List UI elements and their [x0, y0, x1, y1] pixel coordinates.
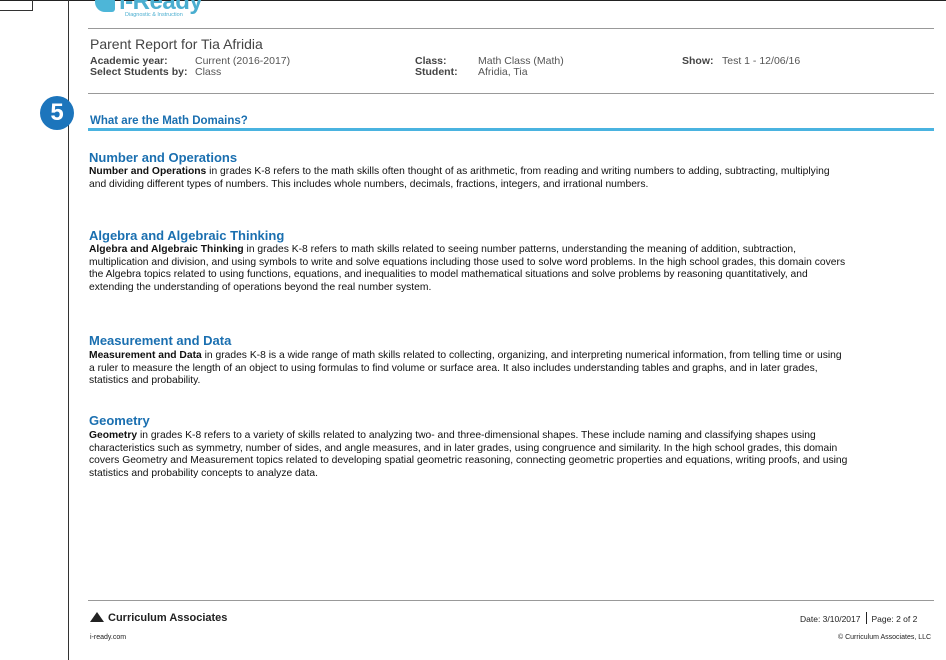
step-number-badge: 5	[40, 96, 74, 130]
domain-title-number-operations: Number and Operations	[89, 150, 238, 165]
section-heading: What are the Math Domains?	[90, 115, 248, 127]
curriculum-associates-logo: Curriculum Associates	[90, 612, 227, 624]
show-value: Test 1 - 12/06/16	[722, 55, 801, 67]
footer-copyright: © Curriculum Associates, LLC	[838, 634, 932, 641]
logo-mark-icon	[95, 0, 115, 12]
meta-divider	[88, 93, 934, 94]
logo-subtitle: Diagnostic & Instruction	[125, 12, 183, 18]
student-value: Afridia, Tia	[478, 66, 528, 78]
section-rule	[88, 128, 934, 131]
footer-separator	[865, 612, 867, 624]
domain-title-measurement: Measurement and Data	[89, 333, 232, 348]
footer-website: i-ready.com	[90, 634, 127, 641]
header-divider	[88, 28, 934, 29]
report-title: Parent Report for Tia Afridia	[90, 36, 263, 52]
domain-title-algebra: Algebra and Algebraic Thinking	[89, 228, 285, 243]
ca-triangle-icon	[90, 612, 104, 622]
domain-text-number-operations: Number and Operations in grades K-8 refe…	[89, 166, 830, 190]
domain-text-measurement: Measurement and Data in grades K-8 is a …	[89, 350, 842, 387]
footer-divider	[88, 600, 934, 601]
select-students-value: Class	[195, 66, 222, 78]
show-label: Show:	[682, 55, 714, 67]
domain-text-geometry: Geometry in grades K-8 refers to a varie…	[89, 430, 848, 479]
domain-title-geometry: Geometry	[89, 413, 150, 428]
page-left-border	[68, 0, 69, 660]
select-students-label: Select Students by:	[90, 66, 188, 78]
iready-logo: i-Ready Diagnostic & Instruction	[95, 0, 255, 24]
domain-text-algebra: Algebra and Algebraic Thinking in grades…	[89, 244, 846, 293]
student-label: Student:	[415, 66, 458, 78]
footer-date-page: Date: 3/10/2017 Page: 2 of 2	[800, 612, 918, 624]
corner-box	[0, 0, 33, 11]
